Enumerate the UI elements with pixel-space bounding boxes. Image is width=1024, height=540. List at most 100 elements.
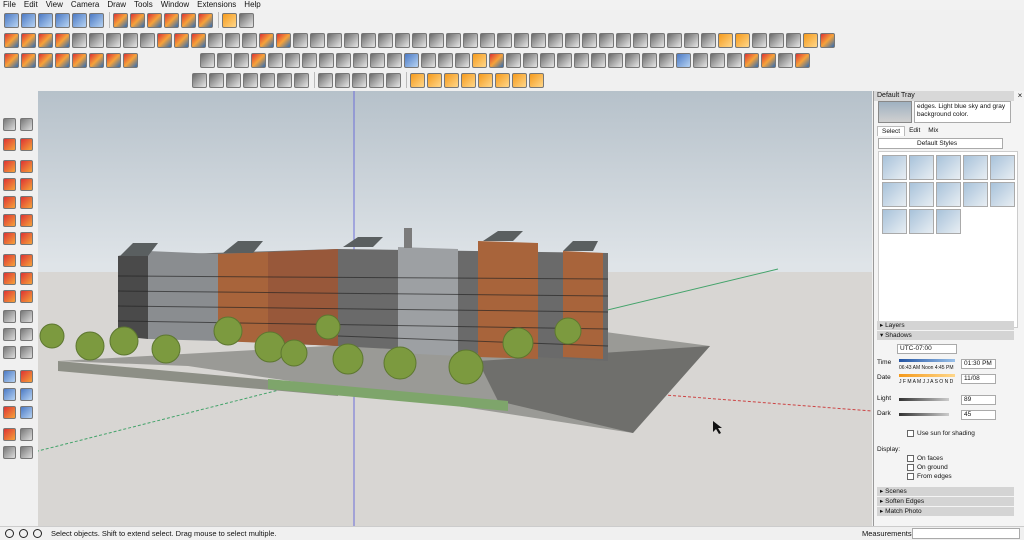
follow-me-icon[interactable] [20, 272, 33, 285]
menu-draw[interactable]: Draw [107, 0, 126, 10]
draw-tool-icon[interactable] [72, 32, 87, 48]
modify-icon[interactable] [744, 52, 759, 68]
draw-tool-icon[interactable] [225, 32, 240, 48]
section-plane-icon[interactable] [20, 446, 33, 459]
orbit-icon[interactable] [3, 370, 16, 383]
section-icon[interactable] [512, 72, 527, 88]
iso-view-icon[interactable] [4, 12, 19, 28]
eraser-icon[interactable] [20, 138, 33, 151]
modify-icon[interactable] [574, 52, 589, 68]
dark-input[interactable]: 45 [961, 410, 996, 420]
draw-tool-icon[interactable] [582, 32, 597, 48]
draw-tool-icon[interactable] [361, 32, 376, 48]
section-icon[interactable] [529, 72, 544, 88]
draw-tool-icon[interactable] [293, 32, 308, 48]
menu-window[interactable]: Window [161, 0, 189, 10]
menu-file[interactable]: File [3, 0, 16, 10]
ext-icon[interactable] [106, 52, 121, 68]
shaded-icon[interactable] [164, 12, 179, 28]
circle-icon[interactable] [3, 196, 16, 209]
tools-icon[interactable] [239, 12, 254, 28]
modify-icon[interactable] [761, 52, 776, 68]
tab-edit[interactable]: Edit [905, 126, 924, 136]
draw-tool-icon[interactable] [89, 32, 104, 48]
wireframe-icon[interactable] [130, 12, 145, 28]
zoom-icon[interactable] [3, 388, 16, 401]
draw-tool-icon[interactable] [123, 32, 138, 48]
photo-icon[interactable] [404, 52, 419, 68]
draw-tool-icon[interactable] [429, 32, 444, 48]
modify-icon[interactable] [795, 52, 810, 68]
modify-icon[interactable] [370, 52, 385, 68]
geo-status-icon[interactable] [5, 529, 14, 538]
scale-icon[interactable] [3, 290, 16, 303]
textured-icon[interactable] [181, 12, 196, 28]
offset-icon[interactable] [20, 290, 33, 303]
monochrome-icon[interactable] [198, 12, 213, 28]
style-thumb[interactable] [909, 209, 934, 234]
animation-icon[interactable] [718, 32, 733, 48]
section-icon[interactable] [410, 72, 425, 88]
draw-tool-icon[interactable] [667, 32, 682, 48]
time-input[interactable]: 01:30 PM [961, 359, 996, 369]
arc-3-icon[interactable] [3, 232, 16, 245]
modify-icon[interactable] [710, 52, 725, 68]
draw-tool-icon[interactable] [140, 32, 155, 48]
style-thumb[interactable] [936, 155, 961, 180]
arc-2-icon[interactable] [20, 214, 33, 227]
draw-tool-icon[interactable] [565, 32, 580, 48]
sandbox-icon[interactable] [209, 72, 224, 88]
style-thumb[interactable] [936, 182, 961, 207]
style-thumb[interactable] [990, 182, 1015, 207]
draw-tool-icon[interactable] [38, 32, 53, 48]
style-thumb[interactable] [882, 155, 907, 180]
draw-tool-icon[interactable] [514, 32, 529, 48]
use-sun-checkbox[interactable] [907, 430, 914, 437]
match-photo-section[interactable]: ▸ Match Photo [877, 507, 1014, 516]
play-icon[interactable] [523, 52, 538, 68]
section-icon[interactable] [478, 72, 493, 88]
position-camera-icon[interactable] [3, 428, 16, 441]
shadows-section[interactable]: ▾ Shadows [877, 331, 1014, 340]
draw-tool-icon[interactable] [412, 32, 427, 48]
section-icon[interactable] [495, 72, 510, 88]
tape-measure-icon[interactable] [3, 310, 16, 323]
rewind-icon[interactable] [769, 32, 784, 48]
sandbox-icon[interactable] [294, 72, 309, 88]
sandbox-icon[interactable] [192, 72, 207, 88]
modify-icon[interactable] [642, 52, 657, 68]
zoom-extents-icon[interactable] [3, 406, 16, 419]
draw-tool-icon[interactable] [446, 32, 461, 48]
modify-icon[interactable] [455, 52, 470, 68]
modify-icon[interactable] [302, 52, 317, 68]
text-icon[interactable] [20, 310, 33, 323]
sandbox-icon[interactable] [260, 72, 275, 88]
stop-icon[interactable] [752, 32, 767, 48]
sandbox-icon[interactable] [277, 72, 292, 88]
ext-icon[interactable] [72, 52, 87, 68]
modify-icon[interactable] [336, 52, 351, 68]
component-icon[interactable] [506, 52, 521, 68]
ext-icon[interactable] [4, 52, 19, 68]
draw-tool-icon[interactable] [276, 32, 291, 48]
modify-icon[interactable] [234, 52, 249, 68]
modify-icon[interactable] [387, 52, 402, 68]
solid-icon[interactable] [369, 72, 384, 88]
modify-icon[interactable] [693, 52, 708, 68]
light-slider[interactable] [899, 398, 949, 401]
pie-icon[interactable] [20, 232, 33, 245]
draw-tool-icon[interactable] [480, 32, 495, 48]
polygon-icon[interactable] [20, 196, 33, 209]
style-thumb[interactable] [990, 155, 1015, 180]
modify-icon[interactable] [217, 52, 232, 68]
style-thumb[interactable] [882, 209, 907, 234]
stop-icon[interactable] [540, 52, 555, 68]
draw-tool-icon[interactable] [548, 32, 563, 48]
draw-tool-icon[interactable] [633, 32, 648, 48]
draw-tool-icon[interactable] [55, 32, 70, 48]
rotate-icon[interactable] [3, 272, 16, 285]
front-view-icon[interactable] [38, 12, 53, 28]
ext-icon[interactable] [21, 52, 36, 68]
light-input[interactable]: 89 [961, 395, 996, 405]
back-view-icon[interactable] [72, 12, 87, 28]
